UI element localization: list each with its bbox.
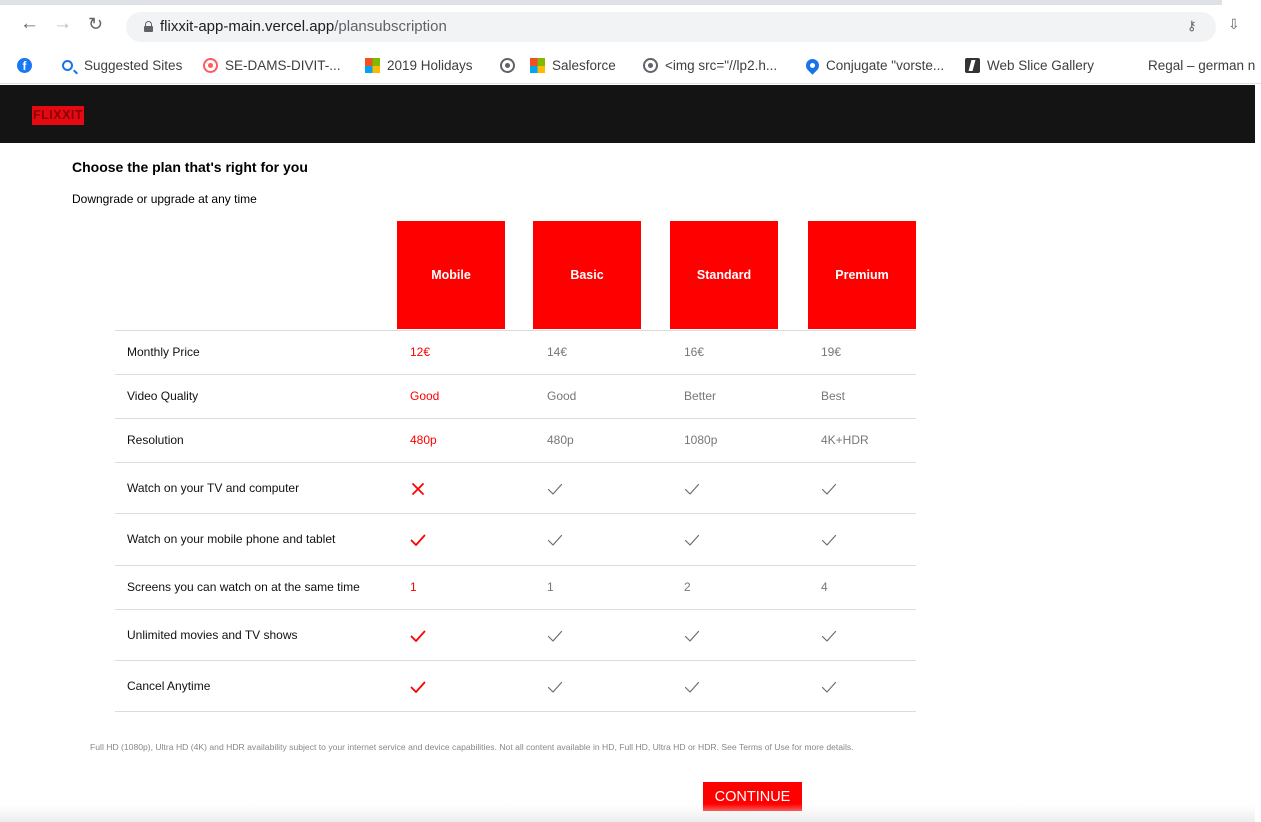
facebook-icon: f — [17, 57, 32, 73]
cell-value: 4 — [821, 580, 828, 594]
cell-value: Good — [410, 389, 440, 403]
microsoft-icon — [530, 57, 545, 73]
cell-value: 1 — [410, 580, 417, 594]
cell-value: 480p — [410, 433, 437, 447]
check-icon — [819, 479, 839, 499]
cell-value: 480p — [547, 433, 574, 447]
bookmark-label: <img src="//lp2.h... — [665, 57, 778, 73]
cell-value: 16€ — [684, 345, 705, 359]
table-row: Resolution 480p 480p 1080p 4K+HDR — [115, 418, 916, 462]
table-row: Video Quality Good Good Better Best — [115, 374, 916, 418]
bookmark-label: SE-DAMS-DIVIT-... — [225, 57, 341, 73]
address-bar[interactable]: flixxit-app-main.vercel.app/plansubscrip… — [126, 12, 1216, 42]
bookmark-label: Conjugate "vorste... — [826, 57, 945, 73]
table-row: Screens you can watch on at the same tim… — [115, 565, 916, 609]
check-icon — [682, 677, 702, 697]
disclaimer-text: Full HD (1080p), Ultra HD (4K) and HDR a… — [90, 742, 854, 752]
table-divider — [115, 711, 916, 712]
table-row: Watch on your mobile phone and tablet — [115, 513, 916, 565]
bookmark-label: Web Slice Gallery — [987, 57, 1095, 73]
check-icon — [819, 626, 839, 646]
bookmark-suggested-sites[interactable]: Suggested Sites — [62, 55, 182, 75]
bookmarks-bar: f Suggested Sites SE-DAMS-DIVIT-... 2019… — [0, 46, 1261, 84]
cell-value: 14€ — [547, 345, 568, 359]
globe-icon — [643, 57, 658, 73]
bookmark-conjugate[interactable]: Conjugate "vorste... — [803, 55, 945, 75]
reload-icon[interactable]: ↻ — [88, 14, 103, 34]
row-label: Watch on your TV and computer — [127, 481, 300, 495]
url-domain: flixxit-app-main.vercel.app — [160, 18, 335, 35]
cell-value: 1 — [547, 580, 554, 594]
continue-button[interactable]: CONTINUE — [703, 782, 802, 811]
check-icon — [545, 626, 565, 646]
cell-value: 4K+HDR — [821, 433, 869, 447]
url-path: /plansubscription — [334, 18, 447, 35]
cell-value: 19€ — [821, 345, 842, 359]
app-header: FLIXXIT — [0, 85, 1255, 143]
bookmark-se-dams[interactable]: SE-DAMS-DIVIT-... — [203, 55, 341, 75]
page-subtitle: Downgrade or upgrade at any time — [72, 192, 257, 206]
back-icon[interactable]: ← — [20, 14, 39, 34]
plan-premium-button[interactable]: Premium — [808, 221, 916, 329]
bookmark-holidays[interactable]: 2019 Holidays — [365, 55, 473, 75]
row-label: Video Quality — [127, 389, 199, 403]
page-fade — [0, 804, 1255, 822]
check-icon — [408, 530, 428, 550]
flixxit-logo[interactable]: FLIXXIT — [32, 106, 85, 125]
bookmark-label: 2019 Holidays — [387, 57, 473, 73]
bookmark-web-slice[interactable]: Web Slice Gallery — [965, 55, 1094, 75]
microsoft-icon — [365, 57, 380, 73]
browser-toolbar: ← → ↻ flixxit-app-main.vercel.app/plansu… — [0, 5, 1261, 46]
row-label: Cancel Anytime — [127, 679, 211, 693]
check-icon — [545, 479, 565, 499]
plan-standard-button[interactable]: Standard — [670, 221, 778, 329]
web-slice-icon — [965, 57, 980, 73]
plan-mobile-button[interactable]: Mobile — [397, 221, 505, 329]
circle-icon — [203, 57, 218, 73]
row-label: Unlimited movies and TV shows — [127, 628, 298, 642]
key-icon[interactable]: ⚷ — [1187, 18, 1197, 34]
table-row: Cancel Anytime — [115, 660, 916, 711]
bookmark-img[interactable]: <img src="//lp2.h... — [643, 55, 777, 75]
bookmark-facebook[interactable]: f — [17, 55, 39, 75]
check-icon — [682, 626, 702, 646]
cross-icon — [408, 479, 428, 499]
table-row: Watch on your TV and computer — [115, 462, 916, 513]
cell-value: 2 — [684, 580, 691, 594]
bookmark-label: Regal – german n — [1148, 57, 1256, 73]
check-icon — [545, 530, 565, 550]
bookmark-regal[interactable]: Regal – german n — [1148, 55, 1261, 75]
bookmark-label: Suggested Sites — [84, 57, 183, 73]
bookmark-label: Salesforce — [552, 57, 616, 73]
lock-icon[interactable] — [144, 21, 153, 32]
row-label: Resolution — [127, 433, 184, 447]
globe-icon — [500, 57, 515, 73]
check-icon — [408, 677, 428, 697]
row-label: Monthly Price — [127, 345, 200, 359]
page-title: Choose the plan that's right for you — [72, 159, 308, 175]
install-icon[interactable]: ⇩ — [1228, 16, 1240, 33]
plan-basic-button[interactable]: Basic — [533, 221, 641, 329]
table-row: Unlimited movies and TV shows — [115, 609, 916, 660]
forward-icon[interactable]: → — [53, 14, 72, 34]
row-label: Screens you can watch on at the same tim… — [127, 580, 360, 594]
bookmark-globe[interactable] — [500, 55, 522, 75]
cell-value: 1080p — [684, 433, 718, 447]
check-icon — [682, 530, 702, 550]
cell-value: Best — [821, 389, 846, 403]
bookmark-salesforce[interactable]: Salesforce — [530, 55, 616, 75]
cell-value: Better — [684, 389, 717, 403]
row-label: Watch on your mobile phone and tablet — [127, 532, 336, 546]
check-icon — [545, 677, 565, 697]
check-icon — [682, 479, 702, 499]
url-text[interactable]: flixxit-app-main.vercel.app/plansubscrip… — [160, 18, 447, 35]
cell-value: 12€ — [410, 345, 431, 359]
chat-bubble-icon — [803, 55, 822, 75]
check-icon — [819, 677, 839, 697]
check-icon — [408, 626, 428, 646]
table-row: Monthly Price 12€ 14€ 16€ 19€ — [115, 330, 916, 374]
cell-value: Good — [547, 389, 577, 403]
check-icon — [819, 530, 839, 550]
search-icon — [62, 59, 73, 71]
